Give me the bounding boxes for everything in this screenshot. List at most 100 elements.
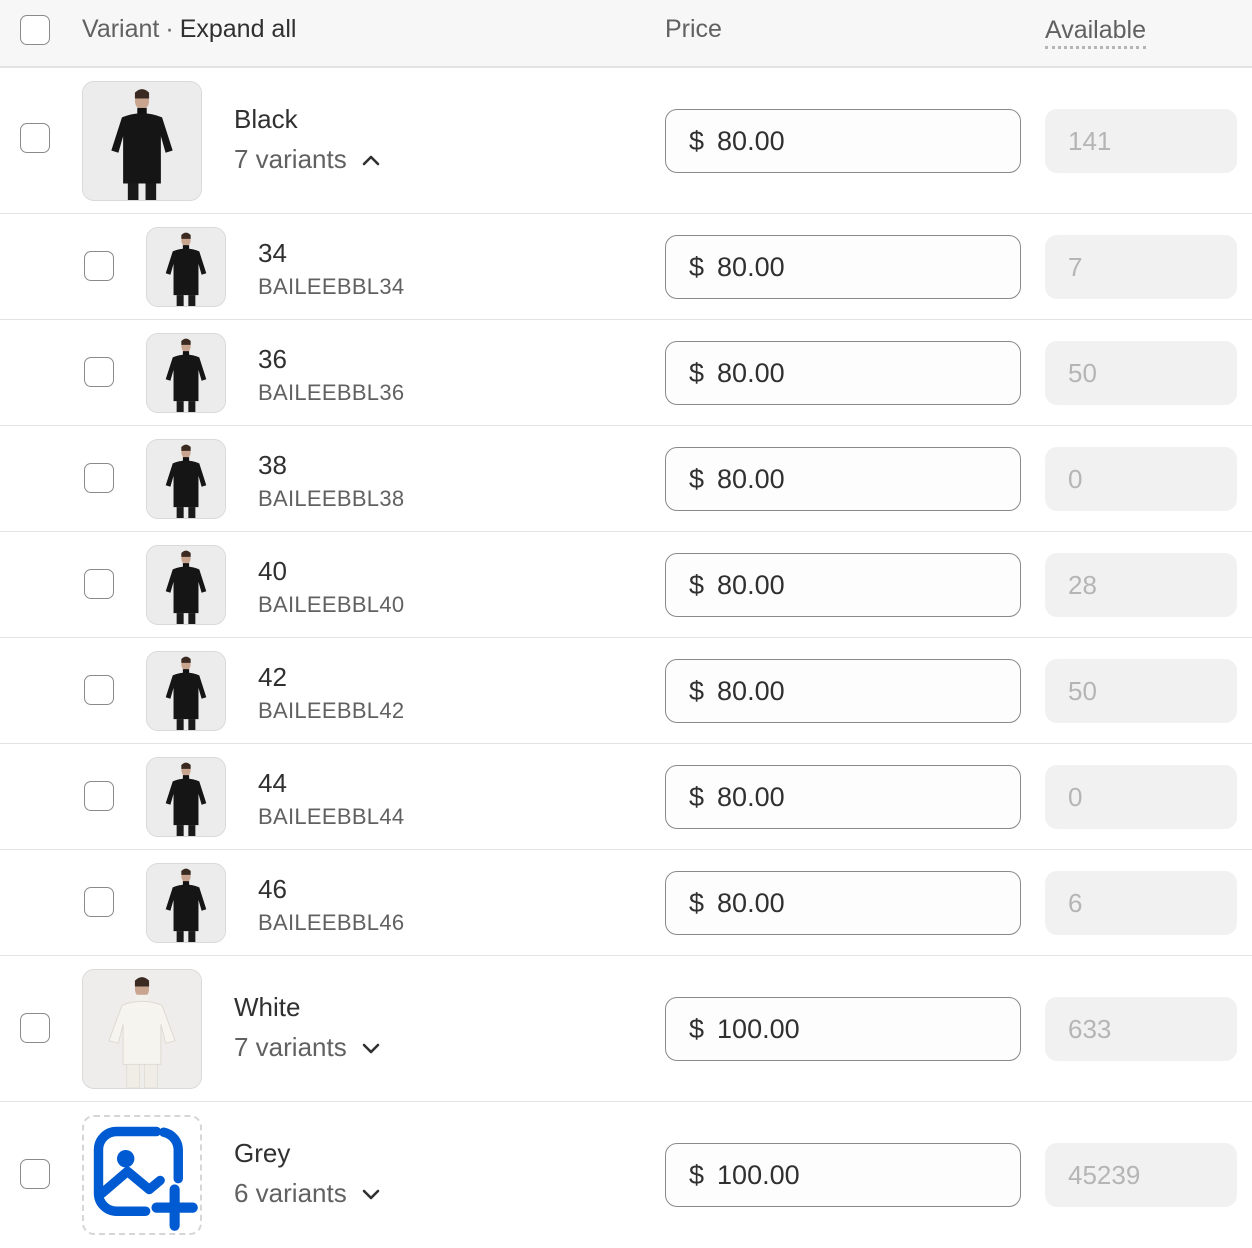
available-field: 0 [1045, 765, 1237, 829]
price-value: 80.00 [717, 569, 785, 600]
price-input[interactable]: $80.00 [665, 871, 1021, 935]
variant-row: 36 BAILEEBBL36 $80.00 50 [0, 320, 1252, 426]
price-input[interactable]: $100.00 [665, 1143, 1021, 1207]
price-input[interactable]: $80.00 [665, 235, 1021, 299]
variant-checkbox[interactable] [84, 463, 114, 493]
price-column-header: Price [665, 15, 722, 43]
price-value: 80.00 [717, 125, 785, 156]
variant-sku: BAILEEBBL44 [258, 804, 405, 829]
currency-symbol: $ [689, 781, 705, 812]
black-top-photo[interactable] [146, 333, 226, 413]
price-input[interactable]: $80.00 [665, 109, 1021, 173]
group-name: Grey [234, 1138, 291, 1168]
variant-checkbox[interactable] [84, 887, 114, 917]
price-input[interactable]: $80.00 [665, 447, 1021, 511]
price-input[interactable]: $80.00 [665, 553, 1021, 617]
variant-size: 36 [258, 344, 287, 374]
currency-symbol: $ [689, 463, 705, 494]
group-checkbox[interactable] [20, 1013, 50, 1043]
variant-size: 34 [258, 238, 287, 268]
price-input[interactable]: $100.00 [665, 997, 1021, 1061]
add-image-button[interactable] [82, 1115, 202, 1235]
variant-sku: BAILEEBBL38 [258, 486, 405, 511]
price-input[interactable]: $80.00 [665, 659, 1021, 723]
variant-checkbox[interactable] [84, 357, 114, 387]
available-field: 633 [1045, 997, 1237, 1061]
available-column-header[interactable]: Available [1045, 15, 1147, 49]
black-top-photo[interactable] [146, 227, 226, 307]
currency-symbol: $ [689, 1159, 705, 1190]
available-field: 50 [1045, 341, 1237, 405]
price-value: 80.00 [717, 463, 785, 494]
black-top-photo[interactable] [146, 863, 226, 943]
available-value: 0 [1068, 463, 1083, 494]
black-top-photo[interactable] [146, 757, 226, 837]
variant-checkbox[interactable] [84, 781, 114, 811]
available-value: 50 [1068, 675, 1097, 706]
variants-count: 7 variants [234, 144, 347, 174]
variants-toggle[interactable]: 7 variants [234, 1032, 381, 1063]
variant-checkbox[interactable] [84, 569, 114, 599]
variant-checkbox[interactable] [84, 675, 114, 705]
available-field: 7 [1045, 235, 1237, 299]
price-value: 80.00 [717, 357, 785, 388]
variants-toggle[interactable]: 7 variants [234, 144, 381, 175]
variant-sku: BAILEEBBL46 [258, 910, 405, 935]
available-field: 50 [1045, 659, 1237, 723]
available-value: 6 [1068, 887, 1083, 918]
select-all-checkbox[interactable] [20, 15, 50, 45]
variant-row: 44 BAILEEBBL44 $80.00 0 [0, 744, 1252, 850]
group-name: White [234, 992, 301, 1022]
variant-header-label: Variant [82, 15, 160, 43]
variant-size: 44 [258, 768, 287, 798]
variant-group-row: White 7 variants $100.00 633 [0, 956, 1252, 1102]
variant-sku: BAILEEBBL36 [258, 380, 405, 405]
variant-checkbox[interactable] [84, 251, 114, 281]
available-value: 633 [1068, 1013, 1112, 1044]
black-top-photo[interactable] [146, 545, 226, 625]
variant-sku: BAILEEBBL42 [258, 698, 405, 723]
currency-symbol: $ [689, 675, 705, 706]
price-value: 80.00 [717, 675, 785, 706]
currency-symbol: $ [689, 251, 705, 282]
price-value: 80.00 [717, 781, 785, 812]
price-value: 100.00 [717, 1159, 800, 1190]
variant-row: 34 BAILEEBBL34 $80.00 7 [0, 214, 1252, 320]
table-header: Variant · Expand all Price Available [0, 0, 1252, 68]
available-field: 45239 [1045, 1143, 1237, 1207]
currency-symbol: $ [689, 125, 705, 156]
price-input[interactable]: $80.00 [665, 341, 1021, 405]
white-top-photo[interactable] [82, 969, 202, 1089]
variants-toggle[interactable]: 6 variants [234, 1178, 381, 1209]
available-field: 28 [1045, 553, 1237, 617]
available-value: 45239 [1068, 1159, 1141, 1190]
available-field: 6 [1045, 871, 1237, 935]
variants-count: 6 variants [234, 1178, 347, 1208]
variant-column-header: Variant · Expand all [82, 15, 296, 44]
available-value: 50 [1068, 357, 1097, 388]
available-value: 141 [1068, 125, 1112, 156]
black-top-photo[interactable] [146, 439, 226, 519]
chevron-down-icon [362, 1189, 380, 1199]
available-value: 28 [1068, 569, 1097, 600]
price-input[interactable]: $80.00 [665, 765, 1021, 829]
variants-table: Variant · Expand all Price Available Black… [0, 0, 1252, 1248]
available-value: 7 [1068, 251, 1083, 282]
expand-all-link[interactable]: Expand all [180, 15, 297, 43]
variant-size: 46 [258, 874, 287, 904]
variant-sku: BAILEEBBL40 [258, 592, 405, 617]
available-field: 141 [1045, 109, 1237, 173]
group-checkbox[interactable] [20, 1159, 50, 1189]
available-field: 0 [1045, 447, 1237, 511]
variant-size: 38 [258, 450, 287, 480]
black-top-photo[interactable] [146, 651, 226, 731]
variant-group-row: Grey 6 variants $100.00 45239 [0, 1102, 1252, 1248]
black-top-photo[interactable] [82, 81, 202, 201]
variant-row: 46 BAILEEBBL46 $80.00 6 [0, 850, 1252, 956]
group-checkbox[interactable] [20, 123, 50, 153]
price-value: 80.00 [717, 251, 785, 282]
variant-size: 42 [258, 662, 287, 692]
variant-sku: BAILEEBBL34 [258, 274, 405, 299]
currency-symbol: $ [689, 887, 705, 918]
header-separator: · [165, 15, 174, 43]
